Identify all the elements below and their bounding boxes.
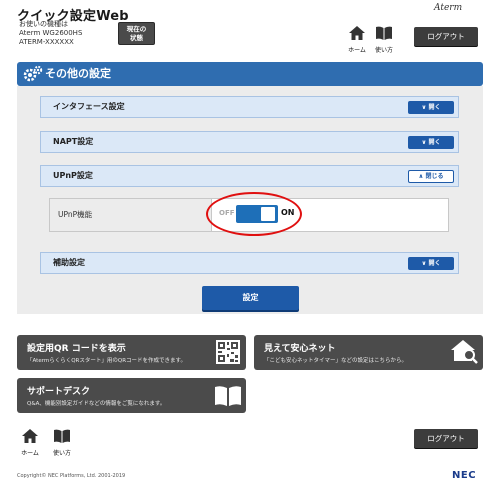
accordion-auxiliary[interactable]: 補助設定 ∨ 開く bbox=[40, 252, 459, 274]
chevron-down-icon: ∨ bbox=[421, 104, 427, 111]
support-card-subtitle: Q&A、機能別設定ガイドなどの情報をご覧になれます。 bbox=[27, 401, 166, 407]
home-search-icon bbox=[451, 340, 478, 364]
footer-howto-button[interactable]: 使い方 bbox=[50, 428, 74, 457]
qr-card-subtitle: 「AtermらくらくQRスタート」用のQRコードを作成できます。 bbox=[27, 358, 186, 364]
aterm-logo: Aterm bbox=[434, 3, 463, 13]
gear-icon bbox=[23, 65, 43, 82]
home-label: ホーム bbox=[348, 47, 366, 54]
howto-button[interactable]: 使い方 bbox=[372, 25, 396, 54]
accordion-upnp-close-button[interactable]: ∧ 閉じる bbox=[408, 170, 454, 183]
accordion-upnp[interactable]: UPnP設定 ∧ 閉じる bbox=[40, 165, 459, 187]
accordion-upnp-button-label: 閉じる bbox=[425, 173, 444, 180]
save-button[interactable]: 設定 bbox=[202, 286, 299, 310]
device-name: ATERM-XXXXXX bbox=[19, 38, 74, 46]
qr-code-icon bbox=[216, 340, 240, 364]
home-button[interactable]: ホーム bbox=[345, 25, 369, 54]
home-icon bbox=[349, 26, 365, 40]
accordion-interface-label: インタフェース設定 bbox=[53, 102, 125, 111]
accordion-upnp-label: UPnP設定 bbox=[53, 171, 93, 180]
book-icon bbox=[54, 429, 70, 443]
book-icon bbox=[215, 386, 241, 406]
accordion-napt[interactable]: NAPT設定 ∨ 開く bbox=[40, 131, 459, 153]
current-status-button[interactable]: 現在の 状態 bbox=[118, 22, 155, 45]
logout-button[interactable]: ログアウト bbox=[414, 27, 478, 46]
accordion-interface-open-button[interactable]: ∨ 開く bbox=[408, 101, 454, 114]
qr-code-card[interactable]: 設定用QR コードを表示 「AtermらくらくQRスタート」用のQRコードを作成… bbox=[17, 335, 246, 370]
howto-label: 使い方 bbox=[374, 47, 393, 54]
footer-howto-label: 使い方 bbox=[52, 450, 71, 457]
support-desk-card[interactable]: サポートデスク Q&A、機能別設定ガイドなどの情報をご覧になれます。 bbox=[17, 378, 246, 413]
safety-net-card[interactable]: 見えて安心ネット 「こども安心ネットタイマー」などの設定はこちらから。 bbox=[254, 335, 483, 370]
qr-card-title: 設定用QR コードを表示 bbox=[27, 344, 126, 354]
nec-logo: NEC bbox=[452, 470, 477, 481]
section-title: その他の設定 bbox=[45, 67, 111, 80]
section-header: その他の設定 bbox=[17, 62, 483, 86]
upnp-function-label: UPnP機能 bbox=[50, 199, 212, 231]
model-label: お使いの機種は bbox=[19, 20, 68, 28]
accordion-interface-button-label: 開く bbox=[428, 104, 441, 111]
chevron-up-icon: ∧ bbox=[418, 173, 424, 180]
accordion-napt-button-label: 開く bbox=[428, 139, 441, 146]
support-card-title: サポートデスク bbox=[27, 387, 91, 397]
safety-card-subtitle: 「こども安心ネットタイマー」などの設定はこちらから。 bbox=[264, 358, 408, 364]
footer-home-button[interactable]: ホーム bbox=[18, 428, 42, 457]
accordion-auxiliary-button-label: 開く bbox=[428, 260, 441, 267]
chevron-down-icon: ∨ bbox=[421, 260, 427, 267]
chevron-down-icon: ∨ bbox=[421, 139, 427, 146]
copyright: Copyright© NEC Platforms, Ltd. 2001-2019 bbox=[17, 473, 126, 479]
home-icon bbox=[22, 429, 38, 443]
accordion-auxiliary-open-button[interactable]: ∨ 開く bbox=[408, 257, 454, 270]
footer-logout-button[interactable]: ログアウト bbox=[414, 429, 478, 448]
highlight-circle bbox=[206, 192, 302, 236]
current-status-label-1: 現在の bbox=[126, 25, 147, 33]
footer-home-label: ホーム bbox=[21, 450, 39, 457]
accordion-napt-open-button[interactable]: ∨ 開く bbox=[408, 136, 454, 149]
accordion-napt-label: NAPT設定 bbox=[53, 137, 94, 146]
accordion-interface[interactable]: インタフェース設定 ∨ 開く bbox=[40, 96, 459, 118]
accordion-auxiliary-label: 補助設定 bbox=[53, 258, 85, 267]
book-icon bbox=[376, 26, 392, 40]
safety-card-title: 見えて安心ネット bbox=[264, 344, 336, 354]
model-name: Aterm WG2600HS bbox=[19, 29, 83, 37]
current-status-label-2: 状態 bbox=[130, 34, 143, 42]
